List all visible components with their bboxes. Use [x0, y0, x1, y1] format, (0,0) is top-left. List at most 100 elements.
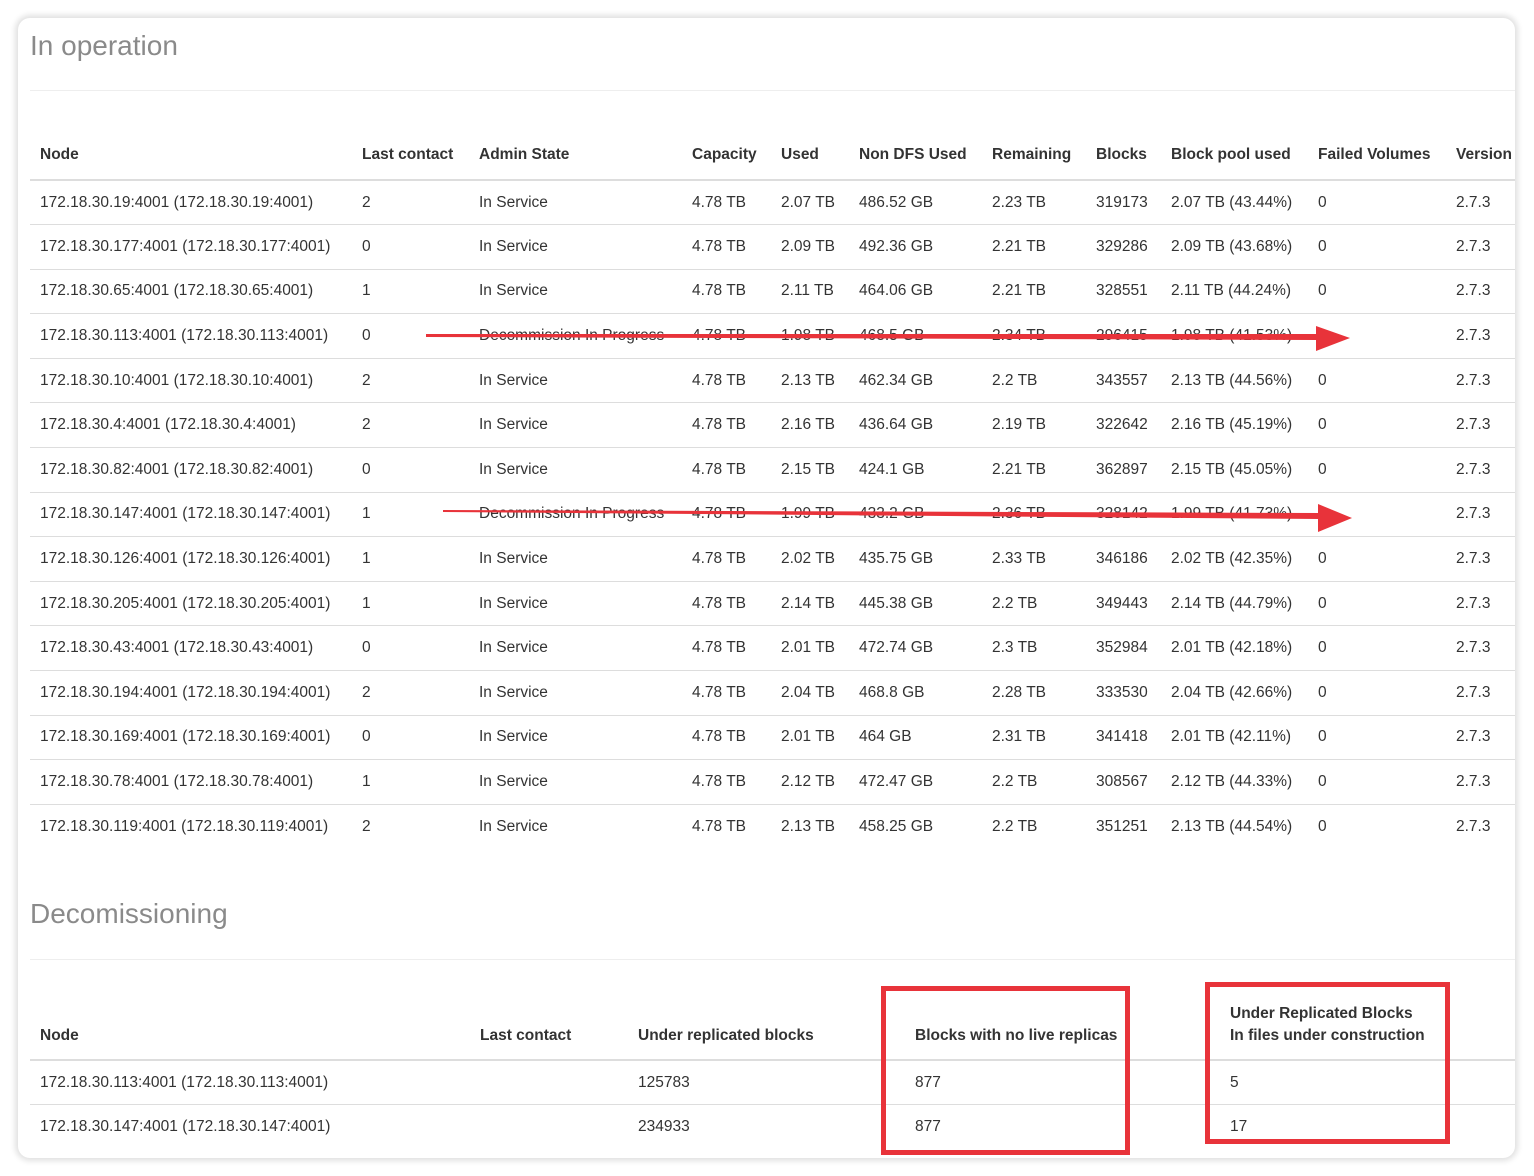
- column-header-node: Node: [30, 1003, 470, 1061]
- cell-remaining: 2.36 TB: [982, 491, 1086, 537]
- cell-blocks: 346186: [1086, 536, 1161, 582]
- cell-capacity: 4.78 TB: [682, 224, 771, 270]
- cell-used: 2.13 TB: [771, 803, 849, 849]
- cell-block-pool-used: 2.11 TB (44.24%): [1161, 268, 1308, 314]
- cell-node: 172.18.30.126:4001 (172.18.30.126:4001): [30, 536, 352, 582]
- cell-blocks: 322642: [1086, 402, 1161, 448]
- cell-blocks: 341418: [1086, 714, 1161, 760]
- cell-admin-state: In Service: [469, 402, 682, 448]
- column-header-node: Node: [30, 131, 352, 181]
- cell-admin-state: Decommission In Progress: [469, 491, 682, 537]
- cell-admin-state: Decommission In Progress: [469, 313, 682, 359]
- table-header-row: Node Last contact Admin State Capacity Used N…: [30, 131, 1515, 181]
- cell-failed-volumes: 0: [1308, 491, 1446, 537]
- cell-non-dfs-used: 464.06 GB: [849, 268, 982, 314]
- cell-last-contact: 1: [352, 491, 469, 537]
- namenode-datanodes-panel: In operation Node Last contact Admin State…: [18, 18, 1515, 1158]
- cell-capacity: 4.78 TB: [682, 580, 771, 626]
- cell-remaining: 2.31 TB: [982, 714, 1086, 760]
- cell-capacity: 4.78 TB: [692, 193, 747, 211]
- cell-non-dfs-used: 468.5 GB: [849, 313, 982, 359]
- cell-node: 172.18.30.82:4001 (172.18.30.82:4001): [30, 447, 352, 493]
- cell-capacity: 4.78 TB: [682, 803, 771, 849]
- cell-failed-volumes: 0: [1308, 224, 1446, 270]
- cell-block-pool-used: 2.16 TB (45.19%): [1161, 402, 1308, 448]
- cell-node: 172.18.30.169:4001 (172.18.30.169:4001): [30, 714, 352, 760]
- cell-blocks: 296415: [1086, 313, 1161, 359]
- cell-admin-state: In Service: [469, 803, 682, 849]
- cell-node: 172.18.30.205:4001 (172.18.30.205:4001): [30, 580, 352, 626]
- cell-blocks: 343557: [1086, 357, 1161, 403]
- cell-failed-volumes: 0: [1308, 580, 1446, 626]
- cell-failed-volumes: 0: [1308, 625, 1446, 671]
- cell-node: 172.18.30.113:4001 (172.18.30.113:4001): [30, 313, 352, 359]
- cell-failed-volumes: 0: [1308, 536, 1446, 582]
- cell-remaining: 2.34 TB: [982, 313, 1086, 359]
- cell-block-pool-used: 1.98 TB (41.53%): [1161, 313, 1308, 359]
- table-row: 172.18.30.194:4001 (172.18.30.194:4001) 2…: [30, 670, 1515, 716]
- cell-version: 2.7.3: [1446, 759, 1515, 805]
- table-row: 172.18.30.147:4001 (172.18.30.147:4001) 1…: [30, 491, 1515, 537]
- cell-blocks: 328142: [1086, 491, 1161, 537]
- decommissioning-title: Decomissioning: [30, 898, 228, 929]
- cell-used: 2.09 TB: [771, 224, 849, 270]
- column-header-remaining: Remaining: [982, 131, 1086, 181]
- cell-admin-state: In Service: [469, 224, 682, 270]
- cell-last-contact: 0: [352, 313, 469, 359]
- cell-capacity: 4.78 TB: [682, 759, 771, 805]
- cell-remaining: 2.21 TB: [982, 268, 1086, 314]
- table-row: 172.18.30.65:4001 (172.18.30.65:4001) 1 In…: [30, 268, 1515, 314]
- cell-admin-state: In Service: [479, 193, 548, 211]
- column-header-block-pool-used: Block pool used: [1161, 131, 1308, 181]
- cell-block-pool-used: 2.04 TB (42.66%): [1161, 670, 1308, 716]
- cell-capacity: 4.78 TB: [682, 447, 771, 493]
- table-row: 172.18.30.78:4001 (172.18.30.78:4001) 1 In…: [30, 759, 1515, 805]
- cell-version: 2.7.3: [1446, 803, 1515, 849]
- cell-last-contact: 2: [352, 670, 469, 716]
- cell-failed-volumes: 0: [1308, 714, 1446, 760]
- cell-used: 2.12 TB: [771, 759, 849, 805]
- cell-block-pool-used: 2.12 TB (44.33%): [1161, 759, 1308, 805]
- cell-block-pool-used: 2.14 TB (44.79%): [1161, 580, 1308, 626]
- cell-last-contact: 2: [352, 357, 469, 403]
- cell-failed-volumes: 0: [1308, 759, 1446, 805]
- cell-admin-state: In Service: [469, 357, 682, 403]
- cell-version: 2.7.3: [1446, 625, 1515, 671]
- cell-version: 2.7.3: [1456, 193, 1491, 211]
- cell-used: 1.99 TB: [771, 491, 849, 537]
- cell-block-pool-used: 2.07 TB (43.44%): [1171, 193, 1293, 211]
- cell-used: 2.13 TB: [771, 357, 849, 403]
- table-row: 172.18.30.126:4001 (172.18.30.126:4001) 1…: [30, 536, 1515, 582]
- cell-node: 172.18.30.19:4001 (172.18.30.19:4001): [40, 193, 314, 211]
- cell-version: 2.7.3: [1446, 402, 1515, 448]
- divider: [30, 90, 1515, 91]
- column-header-last-contact: Last contact: [352, 131, 469, 181]
- cell-last-contact: [470, 1104, 628, 1149]
- cell-blocks: 329286: [1086, 224, 1161, 270]
- cell-node: 172.18.30.43:4001 (172.18.30.43:4001): [30, 625, 352, 671]
- cell-block-pool-used: 2.13 TB (44.54%): [1161, 803, 1308, 849]
- cell-remaining: 2.2 TB: [982, 803, 1086, 849]
- cell-failed-volumes: 0: [1308, 402, 1446, 448]
- cell-blocks: 333530: [1086, 670, 1161, 716]
- cell-version: 2.7.3: [1446, 536, 1515, 582]
- cell-non-dfs-used: 424.1 GB: [849, 447, 982, 493]
- cell-used: 2.07 TB: [781, 193, 836, 211]
- table-row: 172.18.30.113:4001 (172.18.30.113:4001) 0…: [30, 313, 1515, 359]
- cell-last-contact: 0: [352, 224, 469, 270]
- cell-remaining: 2.21 TB: [982, 224, 1086, 270]
- cell-block-pool-used: 2.01 TB (42.18%): [1161, 625, 1308, 671]
- table-row: 172.18.30.177:4001 (172.18.30.177:4001) 0…: [30, 224, 1515, 270]
- cell-last-contact: 0: [352, 714, 469, 760]
- cell-under-replicated-blocks: 234933: [628, 1104, 905, 1149]
- cell-used: 2.14 TB: [771, 580, 849, 626]
- cell-block-pool-used: 2.09 TB (43.68%): [1161, 224, 1308, 270]
- cell-used: 2.11 TB: [771, 268, 849, 314]
- cell-node: 172.18.30.65:4001 (172.18.30.65:4001): [30, 268, 352, 314]
- cell-node: 172.18.30.113:4001 (172.18.30.113:4001): [40, 1073, 329, 1091]
- cell-used: 2.16 TB: [771, 402, 849, 448]
- column-header-last-contact: Last contact: [470, 1003, 628, 1061]
- table-row: 172.18.30.10:4001 (172.18.30.10:4001) 2 In…: [30, 357, 1515, 403]
- cell-admin-state: In Service: [469, 670, 682, 716]
- cell-version: 2.7.3: [1446, 447, 1515, 493]
